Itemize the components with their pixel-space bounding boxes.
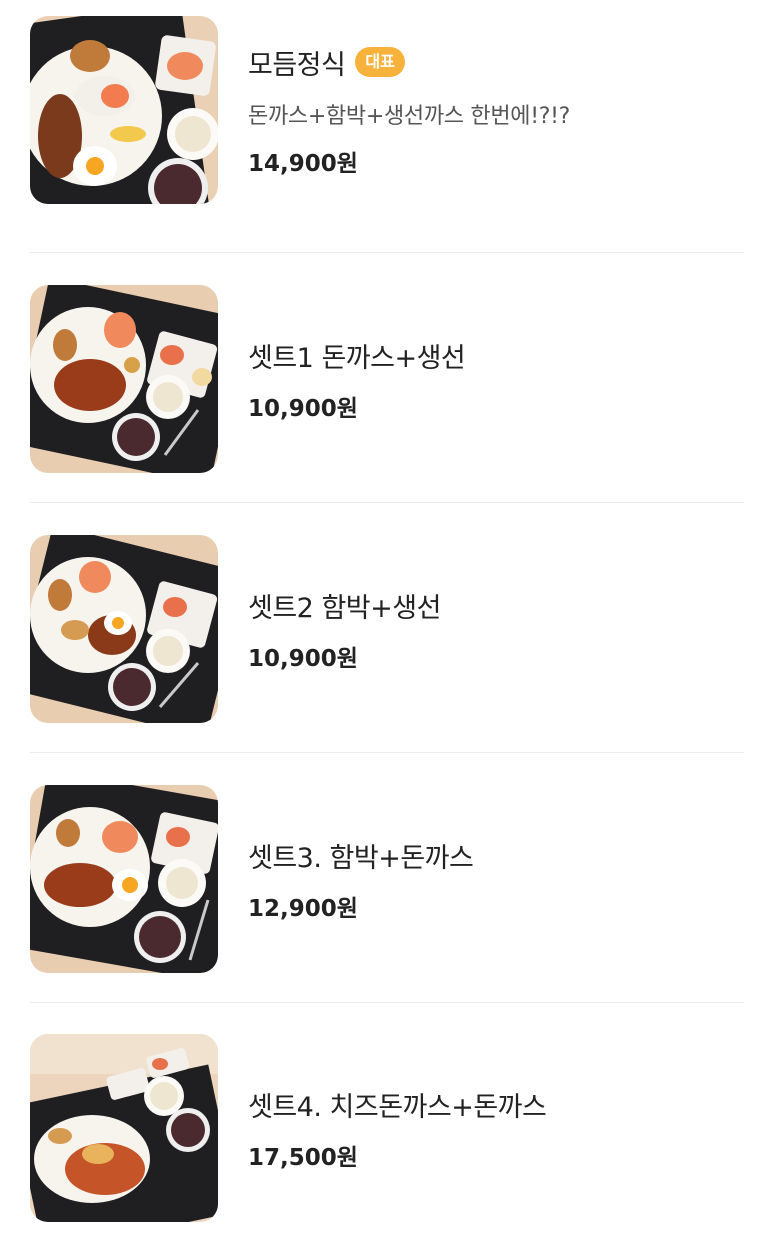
menu-list: 모듬정식 대표 돈까스+함박+생선까스 한번에!?!? 14,900원 셋트1 …	[0, 0, 773, 1239]
divider	[30, 752, 744, 753]
menu-item-name: 셋트4. 치즈돈까스+돈까스	[248, 1091, 547, 1123]
menu-item[interactable]: 셋트3. 함박+돈까스 12,900원	[30, 784, 744, 974]
menu-item-price: 10,900원	[248, 395, 358, 422]
menu-item-photo	[30, 785, 218, 973]
menu-item[interactable]: 모듬정식 대표 돈까스+함박+생선까스 한번에!?!? 14,900원	[30, 15, 744, 205]
menu-item-price: 10,900원	[248, 645, 358, 672]
menu-item-price: 12,900원	[248, 895, 358, 922]
representative-badge: 대표	[355, 47, 405, 77]
menu-item-photo	[30, 16, 218, 204]
menu-item-photo	[30, 285, 218, 473]
menu-item-photo	[30, 535, 218, 723]
menu-item-name: 셋트3. 함박+돈까스	[248, 842, 474, 874]
menu-item[interactable]: 셋트2 함박+생선 10,900원	[30, 534, 744, 724]
menu-item[interactable]: 셋트1 돈까스+생선 10,900원	[30, 284, 744, 474]
menu-item-name: 모듬정식	[248, 49, 346, 81]
menu-item-name: 셋트2 함박+생선	[248, 592, 441, 624]
menu-item[interactable]: 셋트4. 치즈돈까스+돈까스 17,500원	[30, 1033, 744, 1223]
menu-item-description: 돈까스+함박+생선까스 한번에!?!?	[248, 103, 571, 129]
divider	[30, 502, 744, 503]
menu-item-price: 17,500원	[248, 1144, 358, 1171]
menu-item-name: 셋트1 돈까스+생선	[248, 342, 466, 374]
menu-item-price: 14,900원	[248, 150, 358, 177]
divider	[30, 1002, 744, 1003]
menu-item-photo	[30, 1034, 218, 1222]
divider	[30, 252, 744, 253]
